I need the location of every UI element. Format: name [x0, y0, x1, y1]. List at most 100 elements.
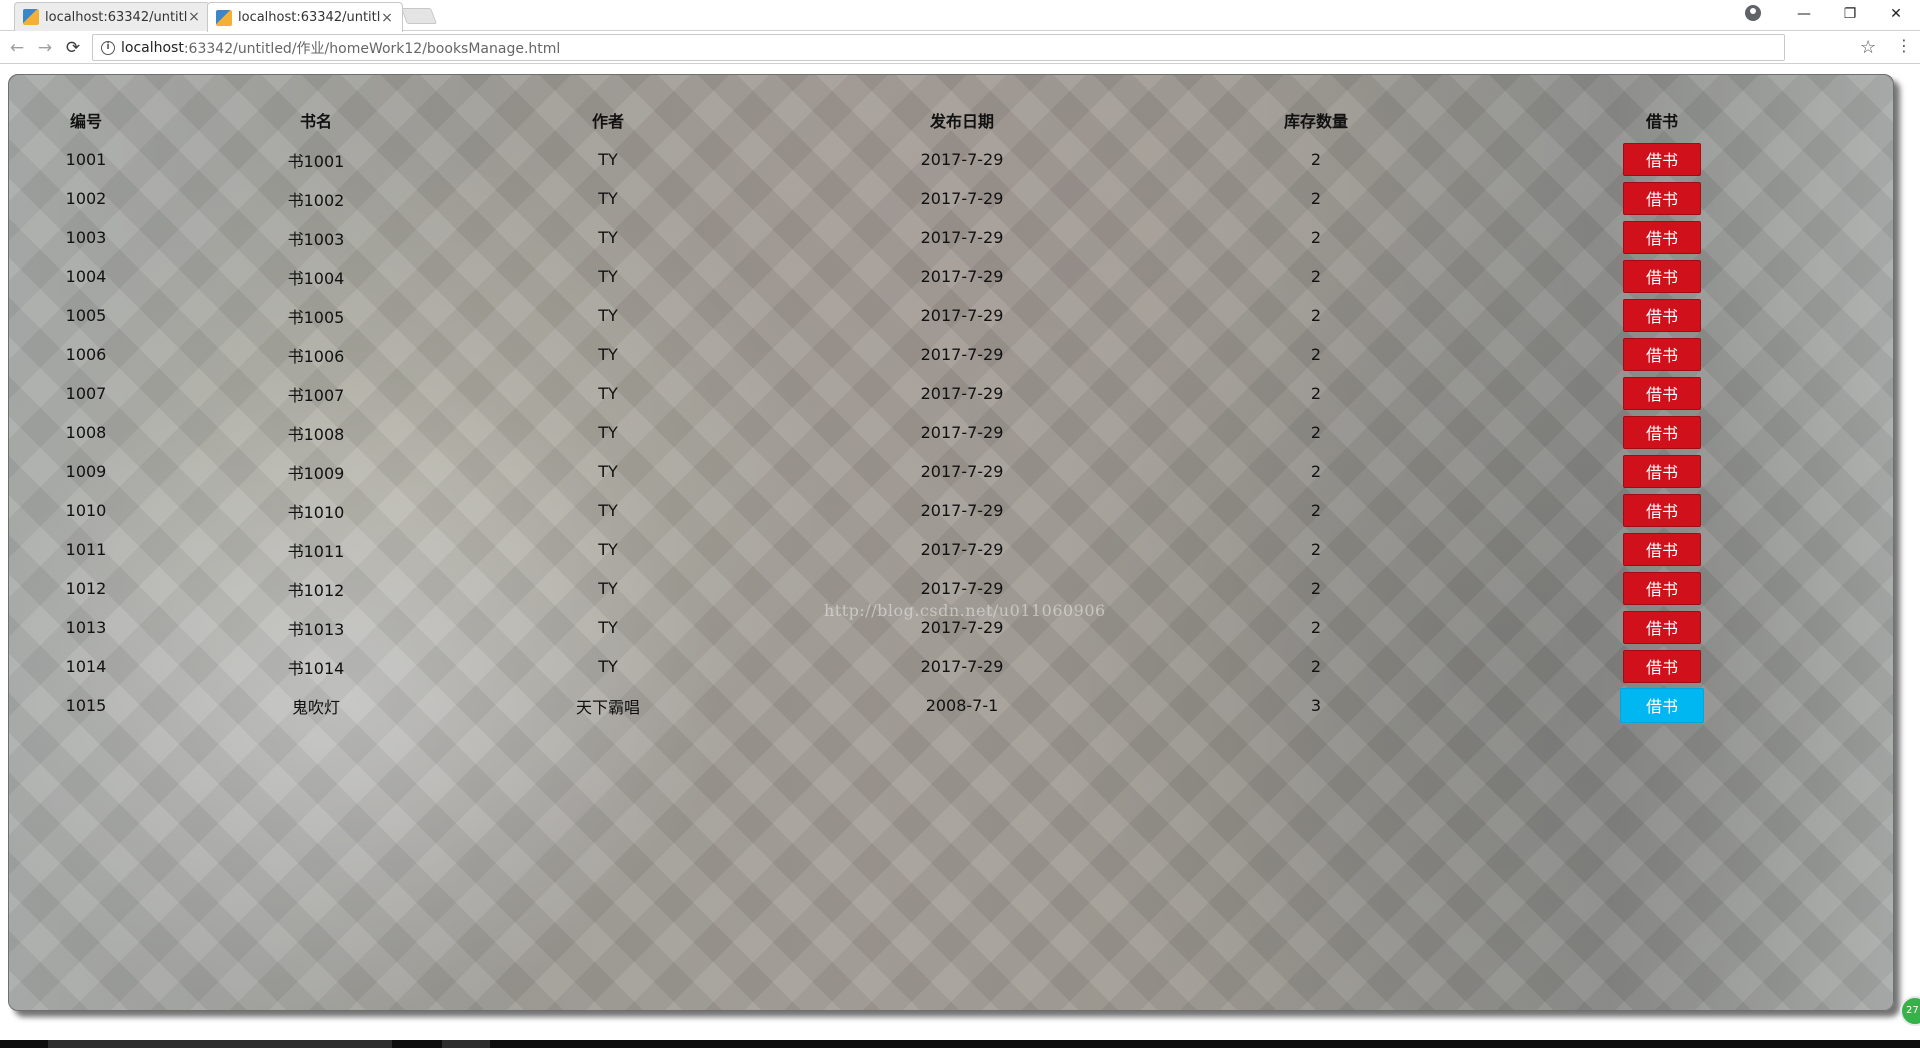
- table-row: 1013 书1013 TY 2017-7-29 2 借书: [21, 608, 1881, 647]
- cell-name: 书1004: [287, 268, 345, 288]
- cell-id: 1008: [65, 423, 107, 442]
- table-row: 1007 书1007 TY 2017-7-29 2 借书: [21, 374, 1881, 413]
- restore-button[interactable]: ❐: [1827, 0, 1873, 28]
- browser-tab-1[interactable]: localhost:63342/untitle ×: [14, 2, 210, 31]
- cell-id: 1005: [65, 306, 107, 325]
- cell-borrow: 借书: [1443, 296, 1881, 335]
- cell-id: 1010: [65, 501, 107, 520]
- taskbar-item[interactable]: [442, 1040, 490, 1048]
- table-row: 1008 书1008 TY 2017-7-29 2 借书: [21, 413, 1881, 452]
- cell-stock: 2: [1310, 540, 1322, 559]
- cell-date: 2017-7-29: [920, 306, 1004, 325]
- cell-date: 2017-7-29: [920, 462, 1004, 481]
- bookmark-star-icon[interactable]: ☆: [1860, 37, 1876, 58]
- back-arrow-icon[interactable]: ←: [6, 37, 28, 59]
- cell-stock: 2: [1310, 423, 1322, 442]
- table-row: 1002 书1002 TY 2017-7-29 2 借书: [21, 179, 1881, 218]
- close-window-button[interactable]: ✕: [1873, 0, 1919, 28]
- cell-date: 2017-7-29: [920, 423, 1004, 442]
- browser-menu-icon[interactable]: ⋮: [1896, 37, 1912, 55]
- cell-stock: 3: [1310, 696, 1322, 715]
- cell-date: 2017-7-29: [920, 501, 1004, 520]
- borrow-button[interactable]: 借书: [1623, 377, 1701, 410]
- profile-icon[interactable]: [1745, 5, 1761, 21]
- cell-borrow: 借书: [1443, 140, 1881, 179]
- table-row: 1003 书1003 TY 2017-7-29 2 借书: [21, 218, 1881, 257]
- cell-date: 2017-7-29: [920, 228, 1004, 247]
- cell-name: 书1010: [287, 502, 345, 522]
- minimize-button[interactable]: —: [1781, 0, 1827, 28]
- cell-stock: 2: [1310, 384, 1322, 403]
- tab-close-icon[interactable]: ×: [380, 10, 394, 26]
- cell-id: 1012: [65, 579, 107, 598]
- cell-borrow: 借书: [1443, 608, 1881, 647]
- new-tab-button[interactable]: [401, 8, 437, 24]
- borrow-button[interactable]: 借书: [1623, 455, 1701, 488]
- borrow-button[interactable]: 借书: [1623, 416, 1701, 449]
- borrow-button[interactable]: 借书: [1623, 338, 1701, 371]
- header-name: 书名: [299, 112, 332, 131]
- cell-id: 1003: [65, 228, 107, 247]
- borrow-button[interactable]: 借书: [1623, 299, 1701, 332]
- url-path: :63342/untitled/作业/homeWork12/booksManag…: [183, 40, 561, 57]
- table-header-row: 编号 书名 作者 发布日期 库存数量 借书: [21, 100, 1881, 140]
- cell-date: 2008-7-1: [925, 696, 999, 715]
- header-stock: 库存数量: [1283, 112, 1348, 131]
- borrow-button[interactable]: 借书: [1623, 260, 1701, 293]
- cell-borrow: 借书: [1443, 374, 1881, 413]
- table-row: 1011 书1011 TY 2017-7-29 2 借书: [21, 530, 1881, 569]
- cell-stock: 2: [1310, 618, 1322, 637]
- borrow-button[interactable]: 借书: [1623, 572, 1701, 605]
- cell-date: 2017-7-29: [920, 540, 1004, 559]
- cell-id: 1001: [65, 150, 107, 169]
- browser-tab-2[interactable]: localhost:63342/untitle ×: [207, 2, 403, 32]
- cell-name: 书1002: [287, 190, 345, 210]
- taskbar-item[interactable]: [48, 1040, 392, 1048]
- cell-author: TY: [598, 384, 618, 403]
- table-row: 1009 书1009 TY 2017-7-29 2 借书: [21, 452, 1881, 491]
- cell-author: TY: [598, 150, 618, 169]
- page-viewport: http://blog.csdn.net/u011060906 编号 书名 作者…: [0, 65, 1920, 1040]
- cell-borrow: 借书: [1443, 218, 1881, 257]
- cell-stock: 2: [1310, 579, 1322, 598]
- cell-borrow: 借书: [1443, 530, 1881, 569]
- cell-stock: 2: [1310, 228, 1322, 247]
- cell-id: 1015: [65, 696, 107, 715]
- borrow-button[interactable]: 借书: [1623, 494, 1701, 527]
- tab-close-icon[interactable]: ×: [187, 9, 201, 25]
- tab-title: localhost:63342/untitle: [45, 9, 187, 25]
- address-bar[interactable]: i localhost:63342/untitled/作业/homeWork12…: [92, 34, 1785, 61]
- cell-name: 书1003: [287, 229, 345, 249]
- cell-borrow: 借书: [1443, 179, 1881, 218]
- borrow-button[interactable]: 借书: [1623, 221, 1701, 254]
- cell-borrow: 借书: [1443, 335, 1881, 374]
- header-author: 作者: [591, 112, 624, 131]
- forward-arrow-icon[interactable]: →: [34, 37, 56, 59]
- cell-date: 2017-7-29: [920, 189, 1004, 208]
- cell-id: 1013: [65, 618, 107, 637]
- tab-title: localhost:63342/untitle: [238, 10, 380, 25]
- cell-name: 书1005: [287, 307, 345, 327]
- cell-name: 书1013: [287, 619, 345, 639]
- borrow-button[interactable]: 借书: [1623, 650, 1701, 683]
- reload-icon[interactable]: ⟳: [62, 37, 84, 59]
- cell-borrow: 借书: [1443, 686, 1881, 725]
- cell-name: 书1006: [287, 346, 345, 366]
- cell-author: TY: [598, 579, 618, 598]
- cell-stock: 2: [1310, 189, 1322, 208]
- cell-id: 1014: [65, 657, 107, 676]
- books-panel: http://blog.csdn.net/u011060906 编号 书名 作者…: [8, 74, 1894, 1011]
- borrow-button[interactable]: 借书: [1623, 611, 1701, 644]
- borrow-button[interactable]: 借书: [1623, 143, 1701, 176]
- info-icon[interactable]: i: [101, 40, 115, 55]
- cell-id: 1006: [65, 345, 107, 364]
- borrow-button[interactable]: 借书: [1623, 182, 1701, 215]
- cell-name: 书1014: [287, 658, 345, 678]
- books-table: 编号 书名 作者 发布日期 库存数量 借书 1001 书1001 TY 2017-7-…: [21, 100, 1881, 725]
- cell-id: 1007: [65, 384, 107, 403]
- borrow-button[interactable]: 借书: [1620, 688, 1704, 723]
- cell-author: TY: [598, 501, 618, 520]
- cell-date: 2017-7-29: [920, 579, 1004, 598]
- borrow-button[interactable]: 借书: [1623, 533, 1701, 566]
- cell-date: 2017-7-29: [920, 345, 1004, 364]
